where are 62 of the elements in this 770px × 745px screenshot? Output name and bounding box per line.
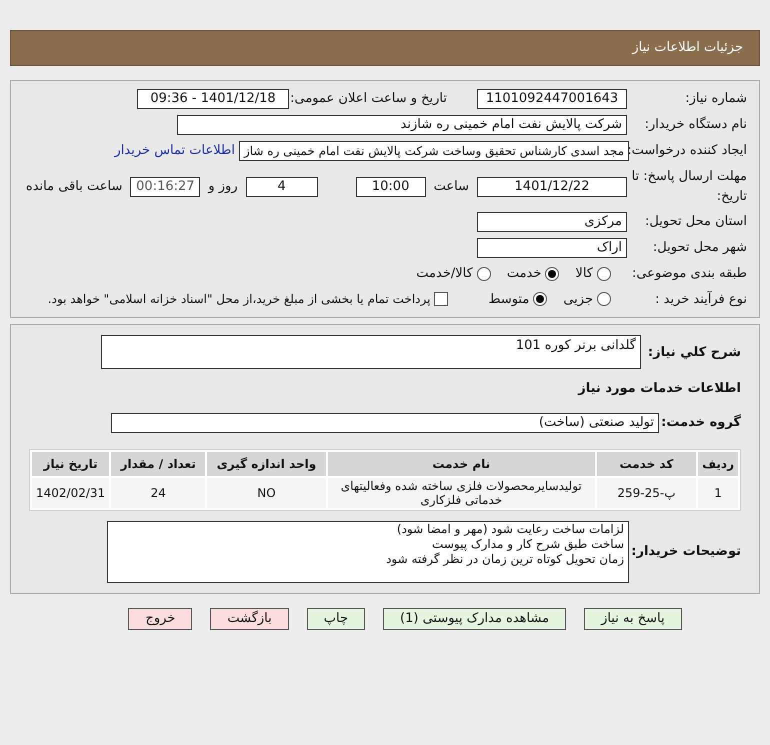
payment-note: پرداخت تمام یا بخشی از مبلغ خرید،از محل "اسناد خزانه اسلامی" خواهد بود.	[48, 291, 430, 308]
province-field: مرکزی	[477, 212, 627, 232]
radio-label: کالا	[575, 265, 593, 283]
action-button[interactable]: مشاهده مدارک پیوستی (1)	[383, 608, 566, 630]
action-button[interactable]: بازگشت	[210, 608, 289, 630]
creator-field: مجد اسدی کارشناس تحقیق وساخت شرکت پالایش نفت امام خمینی ره شاز	[238, 141, 629, 161]
deadline-time-field: 10:00	[356, 176, 426, 196]
summary-field: گلدانی برنر کوره 101	[101, 335, 641, 369]
column-header: نام خدمت	[328, 452, 595, 476]
field-label: شماره نیاز:	[684, 90, 747, 108]
table-cell: تولیدسایرمحصولات فلزی ساخته شده وفعالیتهای خدماتی فلزکاری	[328, 478, 595, 508]
field-label: نام دستگاه خریدار:	[644, 116, 747, 134]
note-line: زمان تحویل کوتاه ترین زمان در نظر گرفته شود	[385, 552, 624, 566]
buyer-contact-link[interactable]: اطلاعات تماس خریدار	[114, 141, 235, 161]
need-number-field: 1101092447001643	[477, 89, 627, 109]
checkbox[interactable]	[434, 292, 448, 306]
note-line: لزامات ساخت رعایت شود (مهر و امضا شود)	[396, 522, 624, 536]
service-group-label: گروه خدمت:	[660, 413, 741, 432]
table-cell: NO	[207, 478, 326, 508]
field-label: مهلت ارسال پاسخ: تا تاریخ:	[630, 168, 747, 206]
radio-label: متوسط	[488, 290, 530, 308]
field-label: نوع فرآیند خرید :	[654, 290, 747, 308]
remaining-label: ساعت باقی مانده	[26, 178, 122, 196]
remaining-time-field: 00:16:27	[130, 176, 200, 196]
radio-button[interactable]	[545, 266, 560, 281]
section-heading: اطلاعات خدمات مورد نیاز	[576, 380, 741, 398]
radio-label: کالا/خدمت	[416, 265, 473, 283]
field-label: شهر محل تحویل:	[652, 239, 747, 258]
buyer-org-field: شرکت پالایش نفت امام خمینی ره شازند	[177, 115, 627, 135]
column-header: تعداد / مقدار	[111, 452, 206, 476]
days-label: روز و	[208, 178, 238, 196]
field-label: ایجاد کننده درخواست:	[629, 142, 747, 160]
radio-label: خدمت	[506, 265, 542, 283]
radio-button[interactable]	[476, 266, 491, 281]
city-field: اراک	[477, 238, 627, 258]
table-cell: 1402/02/31	[32, 478, 110, 508]
announce-date-field: 1401/12/18 - 09:36	[137, 89, 289, 109]
action-button[interactable]: چاپ	[306, 608, 365, 630]
buyer-notes-label: توضیحات خریدار:	[630, 542, 741, 561]
page-title: جزئیات اطلاعات نیاز	[632, 39, 743, 58]
radio-button[interactable]	[597, 266, 611, 281]
radio-label: جزیی	[563, 290, 593, 308]
action-button[interactable]: پاسخ به نیاز	[584, 608, 682, 630]
column-header: کد خدمت	[596, 452, 696, 476]
radio-button[interactable]	[533, 292, 548, 306]
service-group-field: تولید صنعتی (ساخت)	[111, 412, 659, 432]
column-header: ردیف	[698, 452, 738, 476]
field-label: طبقه بندی موضوعی:	[630, 265, 747, 283]
table-cell: 1	[698, 478, 738, 508]
deadline-date-field: 1401/12/22	[477, 176, 627, 196]
column-header: واحد اندازه گیری	[207, 452, 326, 476]
field-label: تاریخ و ساعت اعلان عمومی:	[289, 90, 447, 108]
table-cell: پ-25-259	[596, 478, 696, 508]
action-button[interactable]: خروج	[128, 608, 192, 630]
column-header: تاریخ نیاز	[32, 452, 110, 476]
time-label: ساعت	[434, 178, 469, 196]
summary-label: شرح کلي نیاز:	[646, 344, 741, 362]
radio-button[interactable]	[597, 292, 611, 306]
table-cell: 24	[111, 478, 206, 508]
days-field: 4	[246, 176, 318, 196]
field-label: استان محل تحویل:	[644, 213, 747, 232]
note-line: ساخت طبق شرح کار و مدارک پیوست	[431, 536, 624, 552]
